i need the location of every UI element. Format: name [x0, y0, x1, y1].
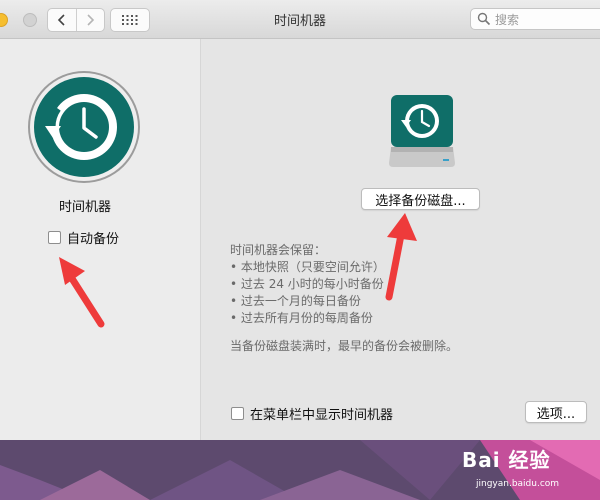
- back-icon: [57, 14, 65, 26]
- options-button[interactable]: 选项...: [525, 401, 587, 423]
- search-field[interactable]: 搜索: [470, 8, 600, 30]
- forward-icon: [87, 14, 95, 26]
- back-button[interactable]: [48, 9, 76, 31]
- titlebar: 时间机器 搜索: [0, 0, 600, 39]
- watermark-brand: Bai 经验: [462, 448, 551, 472]
- list-item: 过去所有月份的每周备份: [230, 310, 385, 327]
- auto-backup-label: 自动备份: [67, 232, 120, 247]
- full-disk-note: 当备份磁盘装满时，最早的备份会被删除。: [230, 339, 459, 353]
- zoom-button[interactable]: [23, 13, 37, 27]
- preferences-window: 时间机器 搜索 时间机器 自动备份 选择备份磁盘... 时间机器会保留： • 本…: [0, 0, 600, 440]
- nav-buttons: [47, 8, 105, 32]
- forward-button[interactable]: [75, 9, 105, 31]
- watermark-url: jingyan.baidu.com: [476, 479, 560, 489]
- auto-backup-checkbox[interactable]: [48, 231, 61, 244]
- list-item: 本地快照（只要空间允许）: [230, 259, 385, 276]
- menubar-option-row[interactable]: 在菜单栏中显示时间机器: [231, 404, 393, 423]
- window-title: 时间机器: [273, 14, 326, 29]
- minimize-button[interactable]: [0, 13, 8, 27]
- main-panel: 选择备份磁盘... 时间机器会保留： 本地快照（只要空间允许） 过去 24 小时…: [201, 39, 600, 440]
- baidu-watermark: Bai 经验 jingyan.baidu.com: [462, 444, 600, 500]
- annotation-arrow-left: [59, 257, 105, 328]
- search-placeholder: 搜索: [495, 12, 520, 27]
- keeps-title: 时间机器会保留：: [230, 243, 327, 257]
- show-in-menubar-checkbox[interactable]: [231, 407, 244, 420]
- sidebar-title: 时间机器: [58, 200, 111, 215]
- auto-backup-row[interactable]: 自动备份: [48, 228, 119, 247]
- grid-icon: [122, 15, 138, 25]
- sidebar: 时间机器 自动备份: [0, 39, 201, 440]
- show-all-button[interactable]: [110, 8, 150, 32]
- show-in-menubar-label: 在菜单栏中显示时间机器: [250, 408, 394, 423]
- select-backup-disk-button[interactable]: 选择备份磁盘...: [361, 188, 480, 210]
- list-item: 过去一个月的每日备份: [230, 293, 385, 310]
- time-machine-disk-icon: [389, 95, 455, 167]
- time-machine-icon: [28, 71, 140, 183]
- list-item: 过去 24 小时的每小时备份: [230, 276, 385, 293]
- keeps-info: 时间机器会保留： 本地快照（只要空间允许） 过去 24 小时的每小时备份 过去一…: [230, 242, 385, 327]
- keeps-list: 本地快照（只要空间允许） 过去 24 小时的每小时备份 过去一个月的每日备份 过…: [230, 259, 385, 327]
- search-icon: [477, 12, 491, 26]
